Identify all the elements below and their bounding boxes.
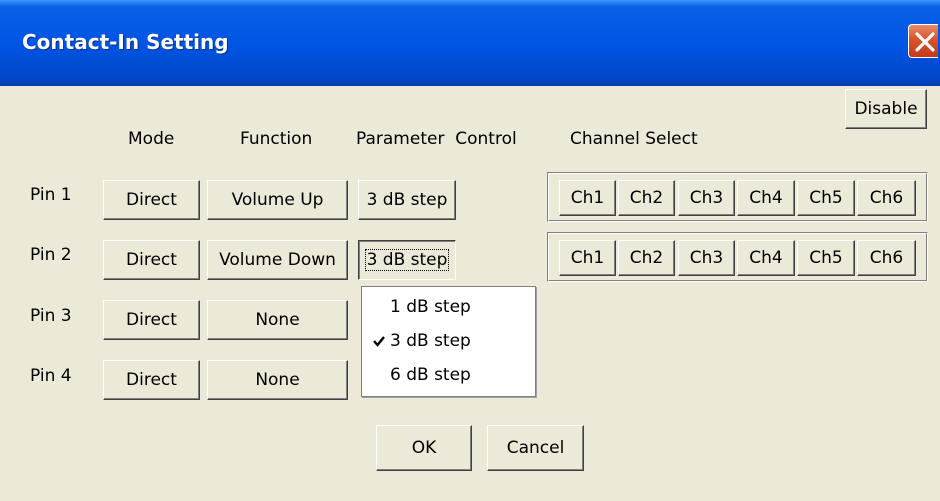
menu-item-1db[interactable]: 1 dB step (362, 291, 535, 323)
window-title: Contact-In Setting (22, 30, 229, 54)
pin-1-ch6-label: Ch6 (869, 188, 904, 208)
pin-2-ch1-label: Ch1 (570, 248, 605, 268)
pin-2-mode-button[interactable]: Direct (103, 240, 200, 280)
pin-4-function-button[interactable]: None (207, 360, 348, 400)
menu-item-3db-label: 3 dB step (390, 331, 471, 351)
checkmark-icon (373, 336, 385, 347)
pin-2-parameter-button[interactable]: 3 dB step (358, 240, 456, 280)
pin-4-mode-label: Direct (126, 370, 177, 390)
pin-1-function-button[interactable]: Volume Up (207, 180, 348, 220)
pin-1-function-label: Volume Up (231, 190, 324, 210)
pin-1-ch2-button[interactable]: Ch2 (618, 180, 675, 216)
pin-2-ch3-label: Ch3 (689, 248, 724, 268)
header-function: Function (240, 129, 313, 149)
pin-1-ch5-button[interactable]: Ch5 (797, 180, 855, 216)
pin-4-function-label: None (255, 370, 300, 390)
pin-1-ch3-label: Ch3 (689, 188, 724, 208)
pin-1-ch1-label: Ch1 (570, 188, 605, 208)
menu-item-3db[interactable]: 3 dB step (362, 325, 535, 357)
pin-2-mode-label: Direct (126, 250, 177, 270)
pin-1-mode-button[interactable]: Direct (103, 180, 200, 220)
pin-1-ch4-label: Ch4 (749, 188, 783, 208)
pin-2-label: Pin 2 (30, 245, 72, 265)
disable-button-label: Disable (854, 99, 918, 119)
header-parameter-control: Parameter Control (356, 129, 517, 149)
menu-item-6db[interactable]: 6 dB step (362, 359, 535, 391)
pin-1-mode-label: Direct (126, 190, 177, 210)
pin-2-ch1-button[interactable]: Ch1 (559, 240, 616, 276)
pin-2-ch6-button[interactable]: Ch6 (857, 240, 916, 276)
pin-2-ch6-label: Ch6 (869, 248, 904, 268)
pin-2-ch5-label: Ch5 (809, 248, 843, 268)
pin-3-function-button[interactable]: None (207, 300, 348, 340)
pin-1-ch5-label: Ch5 (809, 188, 843, 208)
disable-button[interactable]: Disable (845, 89, 927, 129)
pin-3-function-label: None (255, 310, 300, 330)
pin-3-mode-button[interactable]: Direct (103, 300, 200, 340)
cancel-button[interactable]: Cancel (487, 425, 584, 471)
pin-2-ch2-button[interactable]: Ch2 (618, 240, 675, 276)
pin-1-ch6-button[interactable]: Ch6 (857, 180, 916, 216)
pin-3-label: Pin 3 (30, 306, 72, 326)
pin-1-ch3-button[interactable]: Ch3 (678, 180, 735, 216)
pin-1-ch4-button[interactable]: Ch4 (737, 180, 795, 216)
pin-1-parameter-label: 3 dB step (366, 190, 448, 210)
pin-2-ch5-button[interactable]: Ch5 (797, 240, 855, 276)
contact-in-setting-dialog: Contact-In Setting Disable Mode Function… (0, 0, 940, 501)
pin-2-function-button[interactable]: Volume Down (207, 240, 348, 280)
pin-2-ch2-label: Ch2 (629, 248, 664, 268)
close-icon (915, 32, 935, 52)
pin-2-ch3-button[interactable]: Ch3 (678, 240, 735, 276)
menu-item-6db-label: 6 dB step (390, 365, 471, 385)
pin-2-parameter-label: 3 dB step (364, 249, 450, 271)
pin-1-parameter-button[interactable]: 3 dB step (358, 180, 456, 220)
pin-1-label: Pin 1 (30, 185, 72, 205)
ok-button[interactable]: OK (376, 425, 472, 471)
pin-3-mode-label: Direct (126, 310, 177, 330)
parameter-step-menu: 1 dB step 3 dB step 6 dB step (361, 286, 536, 397)
pin-2-ch4-button[interactable]: Ch4 (737, 240, 795, 276)
menu-item-1db-label: 1 dB step (390, 297, 471, 317)
ok-button-label: OK (411, 438, 437, 458)
pin-2-function-label: Volume Down (219, 250, 336, 270)
title-bar[interactable]: Contact-In Setting (0, 0, 940, 86)
pin-2-ch4-label: Ch4 (749, 248, 783, 268)
cancel-button-label: Cancel (506, 438, 565, 458)
close-button[interactable] (908, 24, 938, 58)
pin-4-mode-button[interactable]: Direct (103, 360, 200, 400)
header-channel-select: Channel Select (570, 129, 698, 149)
header-mode: Mode (128, 129, 175, 149)
pin-4-label: Pin 4 (30, 366, 72, 386)
pin-1-ch2-label: Ch2 (629, 188, 664, 208)
pin-1-ch1-button[interactable]: Ch1 (559, 180, 616, 216)
dialog-client-area: Disable Mode Function Parameter Control … (0, 86, 940, 501)
